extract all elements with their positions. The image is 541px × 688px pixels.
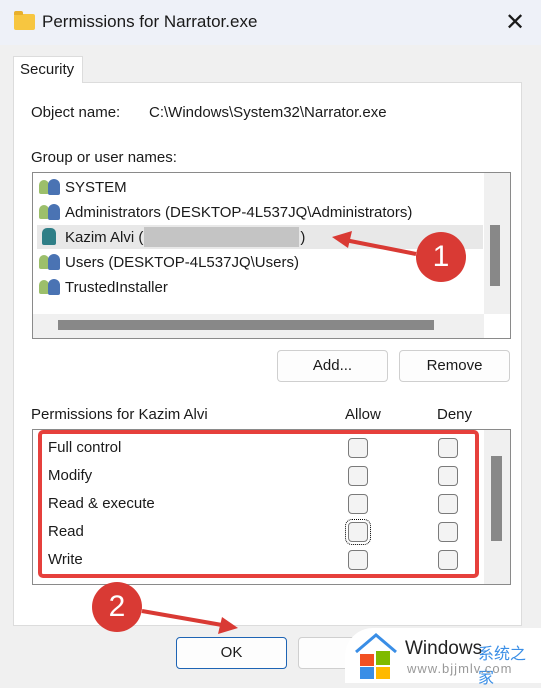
step-1-badge: 1 — [416, 232, 466, 282]
watermark: Windows 系统之家 www.bjjmlv.com — [345, 628, 541, 687]
watermark-logo — [355, 633, 397, 679]
step-2-badge: 2 — [92, 582, 142, 632]
tab-security[interactable]: Security — [13, 56, 83, 83]
watermark-url: www.bjjmlv.com — [407, 661, 513, 676]
arrow-2-head — [218, 617, 238, 634]
watermark-brand: Windows — [405, 638, 483, 659]
arrow-1-head — [332, 231, 352, 248]
annotation-arrows — [141, 231, 417, 634]
arrow-1 — [344, 238, 417, 256]
arrow-2 — [141, 609, 223, 627]
